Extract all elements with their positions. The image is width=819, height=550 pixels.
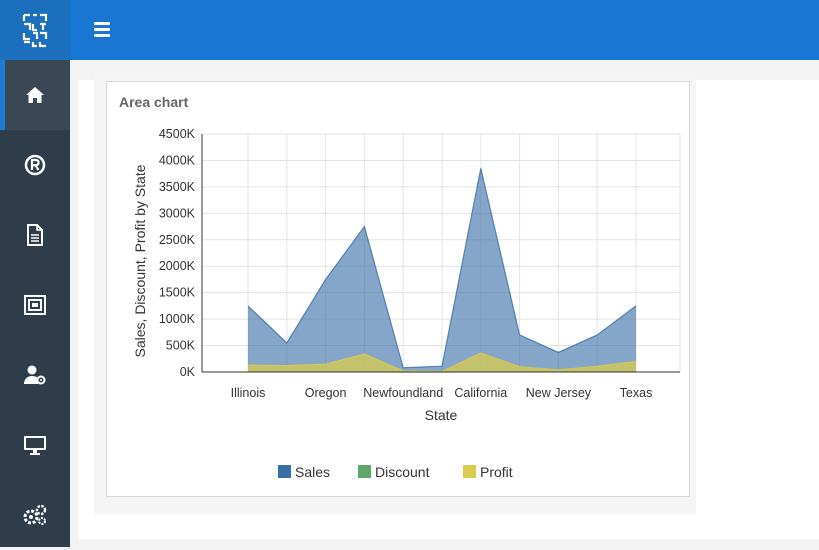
legend-label-discount: Discount [375, 464, 430, 480]
y-tick-label: 4000K [159, 153, 196, 167]
sidebar-item-user-settings[interactable] [0, 340, 70, 410]
x-tick-label: Illinois [231, 386, 266, 400]
x-tick-label: California [454, 386, 507, 400]
home-icon [25, 86, 45, 104]
gears-icon [22, 504, 48, 526]
y-tick-label: 4500K [159, 127, 196, 141]
y-tick-label: 1500K [159, 286, 196, 300]
area-chart: 0K 500K 1000K 1500K 2000K 2500K 3000K 3500K 4000… [107, 82, 689, 496]
sidebar-item-monitor[interactable] [0, 410, 70, 480]
hamburger-line [94, 34, 110, 37]
legend-swatch-sales [278, 465, 291, 478]
app-logo[interactable] [0, 0, 70, 60]
x-tick-label: New Jersey [526, 386, 592, 400]
y-tick-label: 3500K [159, 180, 196, 194]
sidebar [0, 0, 70, 547]
logo-icon [22, 12, 48, 48]
menu-toggle-button[interactable] [94, 18, 116, 40]
hamburger-icon [94, 22, 110, 25]
legend-label-sales: Sales [295, 464, 330, 480]
x-tick-label: Newfoundland [363, 386, 443, 400]
legend-swatch-discount [358, 465, 371, 478]
top-bar [70, 0, 819, 60]
legend-label-profit: Profit [480, 464, 513, 480]
x-tick-label: Oregon [305, 386, 347, 400]
y-axis-title: Sales, Discount, Profit by State [132, 164, 148, 357]
y-tick-label: 0K [180, 365, 196, 379]
sidebar-item-registered[interactable] [0, 130, 70, 200]
x-axis-title: State [425, 407, 458, 423]
y-tick-label: 500K [166, 339, 196, 353]
sidebar-item-settings[interactable] [0, 480, 70, 550]
y-tick-label: 2500K [159, 233, 196, 247]
area-chart-widget: Area chart 0K500K1000K1500K2000K2500K300… [106, 81, 690, 497]
document-icon [26, 224, 44, 246]
y-tick-label: 1000K [159, 312, 196, 326]
sidebar-item-documents[interactable] [0, 200, 70, 270]
x-tick-label: Texas [620, 386, 653, 400]
y-tick-label: 2000K [159, 259, 196, 273]
hamburger-line [94, 28, 110, 31]
resize-icon [23, 294, 47, 316]
legend-swatch-profit [463, 465, 476, 478]
content-right-panel [733, 80, 819, 522]
y-tick-label: 3000K [159, 206, 196, 220]
registered-icon [24, 154, 46, 176]
sidebar-item-resize[interactable] [0, 270, 70, 340]
user-settings-icon [23, 364, 47, 386]
monitor-icon [23, 434, 47, 456]
sidebar-item-home[interactable] [0, 60, 70, 130]
